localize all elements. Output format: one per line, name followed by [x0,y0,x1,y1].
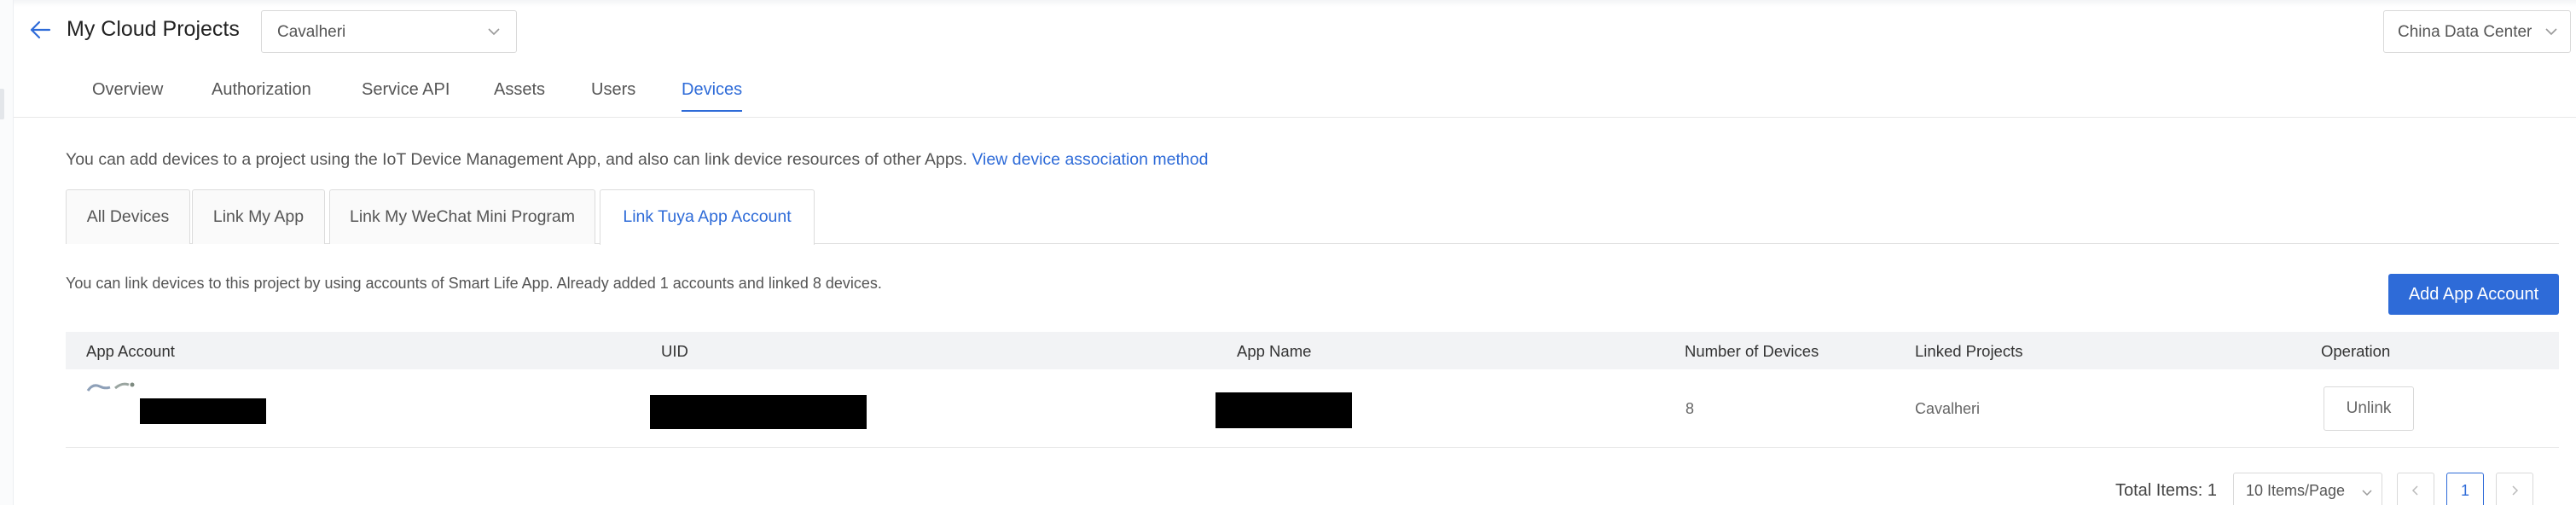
chevron-down-icon [2361,485,2373,497]
subtab-link-wechat[interactable]: Link My WeChat Mini Program [329,189,595,244]
tab-devices[interactable]: Devices [682,80,743,112]
chevron-left-icon [2411,485,2418,496]
linked-project: Cavalheri [1915,400,1981,417]
redacted-uid [650,395,867,429]
project-select-value: Cavalheri [277,23,346,41]
devices-count: 8 [1685,400,1695,417]
project-select[interactable]: Cavalheri [261,10,517,53]
device-sub-tabs: All Devices Link My App Link My WeChat M… [66,189,2559,245]
col-uid: UID [661,342,688,360]
unlink-button[interactable]: Unlink [2324,386,2414,431]
back-arrow-icon[interactable] [29,19,51,41]
main-tabs: Overview Authorization Service API Asset… [14,70,2576,118]
account-avatar [86,381,137,393]
description-text: You can add devices to a project using t… [66,150,967,169]
rail-collapse-handle[interactable] [0,89,4,119]
col-app-name: App Name [1237,342,1312,360]
col-app-account: App Account [86,342,175,360]
redacted-app-name [1215,392,1352,428]
data-center-select[interactable]: China Data Center [2383,10,2571,53]
tab-service-api[interactable]: Service API [362,80,450,110]
total-items: Total Items: 1 [2115,481,2217,500]
association-method-link[interactable]: View device association method [972,150,1208,169]
add-app-account-button[interactable]: Add App Account [2388,274,2559,315]
prev-page-button[interactable] [2397,473,2434,505]
subtab-link-tuya[interactable]: Link Tuya App Account [600,189,815,245]
table-header: App Account UID App Name Number of Devic… [66,332,2559,369]
col-linked-projects: Linked Projects [1915,342,2023,360]
next-page-button[interactable] [2496,473,2533,505]
tab-authorization[interactable]: Authorization [212,80,311,110]
tab-users[interactable]: Users [591,80,635,110]
link-info-text: You can link devices to this project by … [66,275,882,292]
left-rail [0,0,14,505]
redacted-app-account [140,398,266,424]
page-title: My Cloud Projects [67,17,240,41]
tab-assets[interactable]: Assets [494,80,545,110]
chevron-down-icon [487,25,501,38]
chevron-right-icon [2512,485,2519,496]
subtab-link-my-app[interactable]: Link My App [192,189,325,244]
col-operation: Operation [2321,342,2391,360]
tab-overview[interactable]: Overview [92,80,163,110]
items-per-page-value: 10 Items/Page [2246,482,2346,499]
data-center-value: China Data Center [2398,23,2532,41]
chevron-down-icon [2544,25,2558,38]
subtab-all-devices[interactable]: All Devices [66,189,190,244]
page-button-current[interactable]: 1 [2446,473,2484,505]
table-row: 8 Cavalheri Unlink [66,369,2559,448]
items-per-page-select[interactable]: 10 Items/Page [2233,473,2382,505]
devices-description: You can add devices to a project using t… [66,150,1208,170]
col-number-of-devices: Number of Devices [1685,342,1819,360]
top-bar-shadow [14,0,2576,7]
